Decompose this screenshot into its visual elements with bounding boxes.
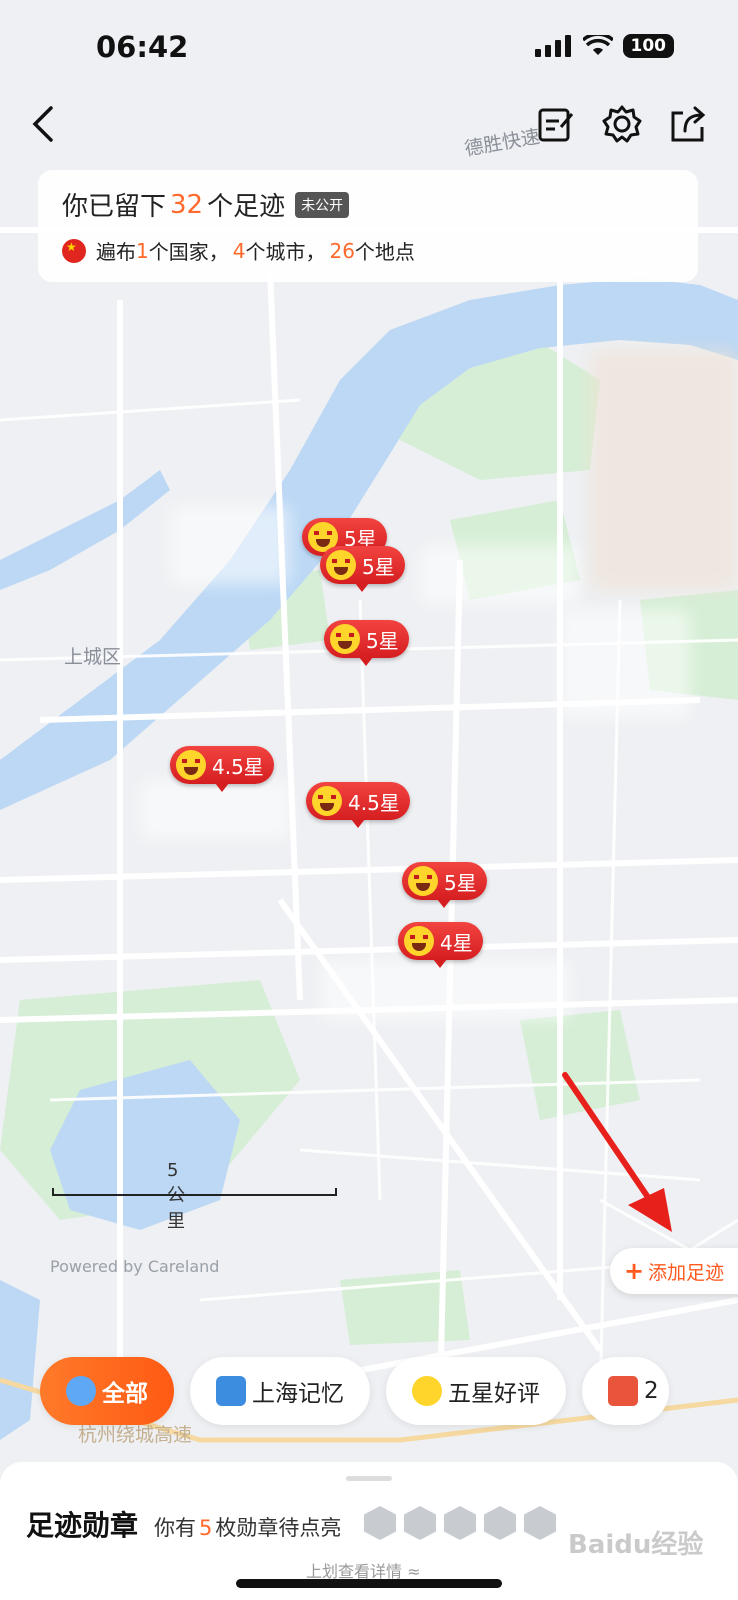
- scale-label: 5公里: [167, 1160, 185, 1232]
- privacy-badge[interactable]: 未公开: [295, 191, 350, 218]
- status-time: 06:42: [96, 30, 189, 64]
- building-icon: [216, 1376, 246, 1406]
- blurred-place-label: [560, 610, 690, 720]
- signal-icon: [534, 35, 571, 57]
- medal-icon: [364, 1506, 396, 1540]
- grinning-face-icon: [404, 926, 434, 956]
- footprint-marker[interactable]: 4星: [398, 922, 483, 968]
- medal-icon: [524, 1506, 556, 1540]
- share-icon: [671, 106, 706, 142]
- share-button[interactable]: [664, 100, 712, 148]
- star-eyes-icon: [408, 866, 438, 896]
- add-footprint-button[interactable]: + 添加足迹: [610, 1248, 738, 1294]
- filter-chips: 全部 上海记忆 五星好评 2: [40, 1357, 669, 1425]
- blurred-place-label: [420, 545, 580, 605]
- china-flag-icon: [62, 238, 86, 263]
- laughing-face-icon: [326, 550, 356, 580]
- map-label-district: 上城区: [64, 646, 122, 668]
- footprint-marker[interactable]: 4.5星: [306, 782, 410, 828]
- plus-icon: +: [624, 1257, 645, 1285]
- top-navigation: [0, 100, 738, 156]
- footprint-marker[interactable]: 4.5星: [170, 746, 274, 792]
- edit-note-icon: [538, 108, 574, 142]
- footprint-marker[interactable]: 5星: [324, 620, 409, 666]
- medal-icon: [404, 1506, 436, 1540]
- home-indicator[interactable]: [236, 1579, 502, 1588]
- drag-handle[interactable]: [346, 1476, 392, 1481]
- badge-title: 足迹勋章: [26, 1509, 139, 1542]
- back-button[interactable]: [20, 100, 68, 148]
- badge-medals[interactable]: [364, 1506, 556, 1540]
- medal-icon: [484, 1506, 516, 1540]
- battery-indicator: 100: [622, 34, 674, 58]
- edit-button[interactable]: [532, 100, 580, 148]
- blurred-place-label: [320, 960, 570, 1020]
- star-eyes-icon: [330, 624, 360, 654]
- status-bar: 06:42 100: [0, 0, 738, 100]
- heart-eyes-icon: [176, 750, 206, 780]
- wifi-icon: [582, 35, 613, 55]
- summary-headline: 你已留下 32 个足迹 未公开: [62, 186, 350, 223]
- filter-chip-shanghai[interactable]: 上海记忆: [190, 1357, 370, 1425]
- watermark: Baidu经验: [568, 1530, 704, 1560]
- star-eyes-icon: [412, 1376, 442, 1406]
- calendar-icon: [608, 1376, 638, 1406]
- heart-eyes-icon: [312, 786, 342, 816]
- map-attribution: Powered by Careland: [50, 1257, 220, 1276]
- footprint-count: 32: [170, 189, 204, 220]
- settings-button[interactable]: [598, 100, 646, 148]
- gear-icon: [602, 105, 642, 143]
- filter-chip-five-star[interactable]: 五星好评: [386, 1357, 566, 1425]
- filter-chip-year[interactable]: 2: [582, 1357, 669, 1425]
- blurred-place-label: [590, 350, 738, 590]
- footprint-marker[interactable]: 5星: [402, 862, 487, 908]
- summary-stats: 遍布 1 个国家， 4 个城市， 26 个地点: [62, 236, 415, 265]
- chevron-left-icon: [32, 106, 53, 142]
- filter-chip-all[interactable]: 全部: [40, 1357, 174, 1425]
- blurred-place-label: [170, 505, 290, 585]
- map-pin-icon: [66, 1376, 96, 1406]
- scale-bar: [52, 1188, 337, 1196]
- medal-icon: [444, 1506, 476, 1540]
- footprint-marker[interactable]: 5星: [320, 546, 405, 592]
- footprint-summary-card: 你已留下 32 个足迹 未公开 遍布 1 个国家， 4 个城市， 26 个地点: [38, 170, 698, 282]
- badge-subtitle: 你有 5 枚勋章待点亮: [154, 1516, 342, 1540]
